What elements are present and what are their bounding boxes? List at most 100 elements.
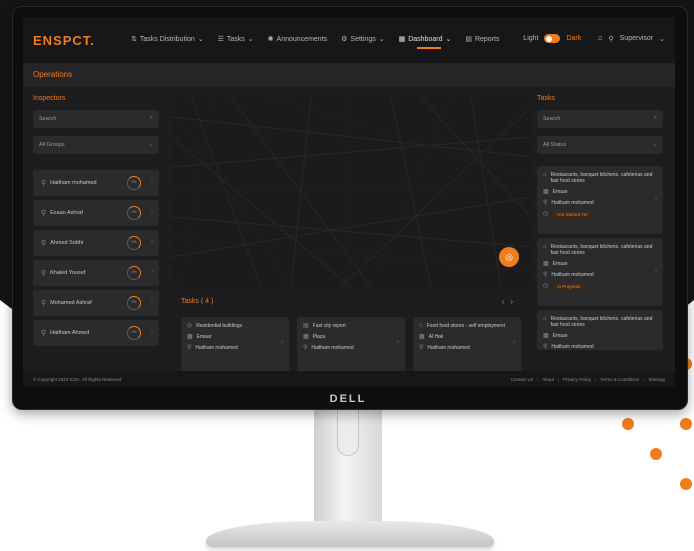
map-action-button[interactable]: ◎ (499, 247, 519, 267)
inspectors-title: Inspectors (33, 95, 66, 102)
marketing-composition: DELL ENSPCT. ⇅ Tasks Distribution ⌄ ☰ Ta… (0, 0, 694, 551)
bell-icon[interactable]: ♫ (597, 35, 602, 42)
progress-ring: 0% (127, 236, 141, 250)
announcement-icon: ✺ (267, 36, 274, 43)
chevron-right-icon: › (513, 339, 515, 345)
task-card[interactable]: ⌂ Restaurants, banquet kitchens, cafeteri… (537, 310, 663, 350)
user-icon: ⚲ (41, 300, 47, 307)
user-icon: ⚲ (41, 180, 47, 187)
footer-link-contact[interactable]: Contact Us (511, 377, 533, 382)
nav-item-settings[interactable]: ⚙ Settings ⌄ (341, 35, 384, 44)
reports-icon: ▤ (465, 36, 472, 43)
target-icon: ◎ (505, 252, 513, 262)
chevron-right-icon: › (151, 239, 153, 245)
user-menu[interactable]: Supervisor (620, 35, 653, 42)
inspector-list-item[interactable]: ⚲ Ahmed Sobhi 0% › (33, 230, 159, 256)
task-card[interactable]: ⌂ Restaurants, banquet kitchens, cafeteri… (537, 238, 663, 306)
settings-icon: ⚙ (341, 36, 348, 43)
chevron-right-icon: › (281, 339, 283, 345)
user-icon: ⚲ (41, 240, 47, 247)
chevron-right-icon[interactable]: › (510, 297, 519, 306)
theme-light-label: Light (523, 35, 539, 42)
task-card[interactable]: ▤ Fast city report ▦ Plaza ⚲ Haitham mohame… (297, 317, 405, 373)
chevron-right-icon: › (151, 329, 153, 335)
tasks-count-title: Tasks ( 4 ) (181, 298, 214, 305)
inspector-list-item[interactable]: ⚲ Mohamed Ashraf 0% › (33, 290, 159, 316)
decorative-dot (680, 418, 692, 430)
tasks-panel: Tasks Search ⌕ All Status ⌄ ⌂ Restaurants… (537, 95, 663, 385)
map-view[interactable] (171, 97, 531, 287)
search-icon: ⌕ (653, 115, 657, 121)
inspector-list-item[interactable]: ⚲ Haitham Ahmed 0% › (33, 320, 159, 346)
footer-link-terms[interactable]: Terms & Conditions (600, 377, 639, 382)
building-icon: ▦ (187, 334, 193, 340)
nav-item-label: Dashboard (408, 35, 443, 43)
task-card[interactable]: ⌂ Food food stores - self employment ▦ Al … (413, 317, 521, 373)
nav-item-tasks[interactable]: ☰ Tasks ⌄ (217, 35, 254, 44)
monitor-stand-base (206, 521, 494, 547)
monitor-brand-logo: DELL (329, 393, 367, 405)
progress-ring: 0% (127, 266, 141, 280)
user-icon: ⚲ (303, 345, 308, 351)
building-icon: ▦ (543, 261, 549, 267)
user-icon: ⚲ (41, 210, 47, 217)
task-category: Emaar (552, 189, 568, 195)
inspectors-panel: Inspectors Search ⌕ All Groups ⌄ ⚲ Haith… (33, 95, 159, 385)
tasks-strip: Tasks ( 4 ) ‹› ◎ Residential buildings ▦ E… (171, 295, 531, 377)
app-logo[interactable]: ENSPCT. (33, 33, 95, 48)
inspector-name: Haitham mohamed (50, 180, 97, 186)
nav-item-label: Settings (350, 35, 376, 43)
inspector-list-item[interactable]: ⚲ Khaled Yousef 0% › (33, 260, 159, 286)
chevron-right-icon: › (151, 299, 153, 305)
footer-link-privacy[interactable]: Privacy Policy (563, 377, 591, 382)
store-icon: ⌂ (543, 172, 547, 178)
inspectors-group-select[interactable]: All Groups ⌄ (33, 136, 159, 154)
chevron-right-icon: › (397, 339, 399, 345)
tasks-status-select[interactable]: All Status ⌄ (537, 136, 663, 154)
footer-separator: | (595, 377, 597, 382)
status-badge: In Progress (552, 283, 586, 291)
inspector-list-item[interactable]: ⚲ Ezaan Ashraf 0% › (33, 200, 159, 226)
user-icon: ⚲ (419, 345, 424, 351)
nav-item-label: Announcements (276, 35, 328, 43)
building-icon: ▦ (543, 189, 549, 195)
tasks-search-input[interactable]: Search ⌕ (537, 110, 663, 128)
task-card[interactable]: ⌂ Restaurants, banquet kitchens, cafeteri… (537, 166, 663, 234)
user-icon: ⚲ (41, 270, 47, 277)
theme-toggle[interactable] (544, 34, 561, 43)
user-icon: ⚲ (543, 344, 548, 350)
page-title: Operations (33, 70, 73, 79)
chevron-right-icon: › (655, 196, 657, 202)
inspectors-search-input[interactable]: Search ⌕ (33, 110, 159, 128)
chevron-right-icon: › (151, 179, 153, 185)
copyright-text: © Copyright 2023 ICZA. All Rights Reserv… (33, 377, 122, 382)
location-icon: ◎ (187, 323, 193, 329)
task-place: Fast city report (312, 323, 346, 329)
select-value: All Groups (39, 142, 65, 148)
task-category: Emaar (552, 261, 568, 267)
user-icon: ⚲ (608, 35, 614, 43)
footer-link-about[interactable]: About (542, 377, 554, 382)
user-icon: ⚲ (41, 330, 47, 337)
nav-menu: ⇅ Tasks Distribution ⌄ ☰ Tasks ⌄ ✺ Annou… (131, 35, 499, 49)
nav-item-reports[interactable]: ▤ Reports (465, 35, 499, 44)
building-icon: ▦ (543, 333, 549, 339)
tasks-icon: ☰ (217, 36, 224, 43)
building-icon: ▦ (419, 334, 425, 340)
building-icon: ▦ (303, 334, 309, 340)
chevron-down-icon[interactable]: ⌄ (659, 35, 665, 43)
decorative-dot (680, 478, 692, 490)
task-inspector: Haitham mohamed (551, 200, 594, 206)
task-place: Restaurants, banquet kitchens, cafeteria… (550, 172, 653, 184)
nav-item-tasks-distribution[interactable]: ⇅ Tasks Distribution ⌄ (131, 35, 204, 44)
task-card[interactable]: ◎ Residential buildings ▦ Emaar ⚲ Haitham m… (181, 317, 289, 373)
top-navbar: ENSPCT. ⇅ Tasks Distribution ⌄ ☰ Tasks ⌄… (23, 17, 675, 63)
nav-item-announcements[interactable]: ✺ Announcements (267, 35, 328, 44)
footer-link-sitemap[interactable]: Sitemap (648, 377, 665, 382)
inspector-list-item[interactable]: ⚲ Haitham mohamed 0% › (33, 170, 159, 196)
task-place: Residential buildings (196, 323, 243, 329)
nav-item-label: Tasks (226, 35, 245, 43)
decorative-dot (650, 448, 662, 460)
nav-item-dashboard[interactable]: ▦ Dashboard ⌄ (399, 35, 451, 49)
search-placeholder: Search (543, 116, 561, 122)
